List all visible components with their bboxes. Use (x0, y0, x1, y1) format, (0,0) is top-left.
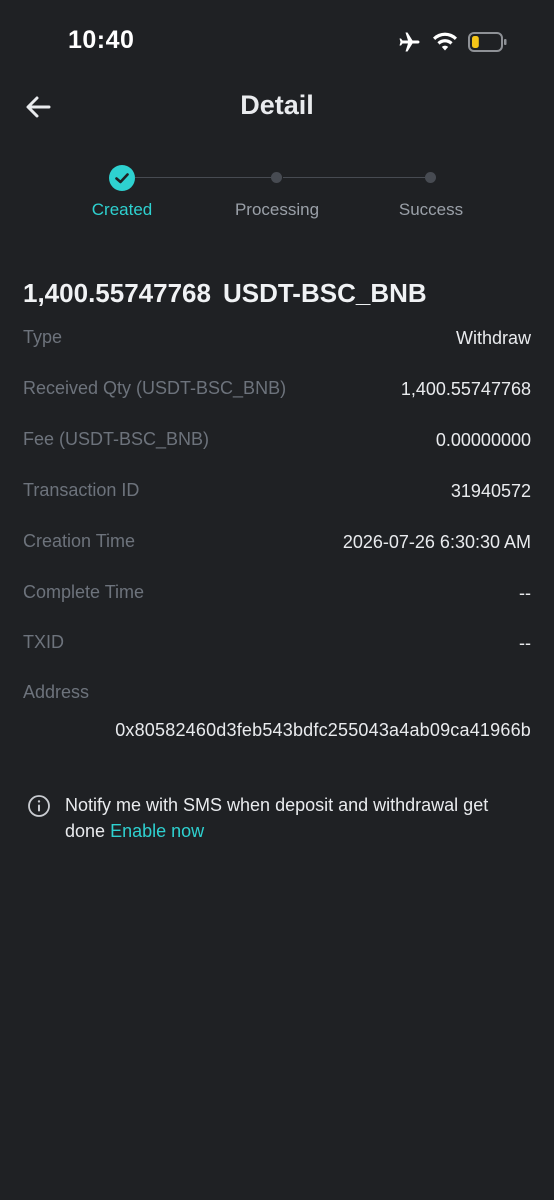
detail-row-txid: TXID -- (23, 632, 531, 662)
info-icon (28, 795, 50, 817)
detail-row-fee: Fee (USDT-BSC_BNB) 0.00000000 (23, 429, 531, 459)
detail-label: Complete Time (23, 582, 145, 602)
detail-label: TXID (23, 632, 65, 652)
detail-label: Received Qty (USDT-BSC_BNB) (23, 378, 287, 398)
airplane-icon (398, 30, 422, 54)
detail-value: 1,400.55747768 (400, 379, 531, 399)
step-label-success: Success (398, 200, 464, 219)
detail-row-received-qty: Received Qty (USDT-BSC_BNB) 1,400.557477… (23, 378, 531, 408)
detail-label: Fee (USDT-BSC_BNB) (23, 429, 210, 449)
detail-row-complete-time: Complete Time -- (23, 582, 531, 612)
detail-row-creation-time: Creation Time 2026-07-26 6:30:30 AM (23, 531, 531, 561)
detail-value: 2026-07-26 6:30:30 AM (342, 532, 531, 552)
detail-value[interactable]: 31940572 (451, 481, 531, 502)
detail-label: Transaction ID (23, 480, 140, 500)
amount-value: 1,400.55747768 (23, 278, 211, 308)
detail-label: Creation Time (23, 531, 136, 551)
address-label: Address (23, 682, 90, 702)
enable-now-link[interactable]: Enable now (110, 821, 204, 841)
step-processing-dot (271, 172, 282, 183)
step-label-processing: Processing (234, 200, 320, 219)
notify-text: Notify me with SMS when deposit and with… (65, 792, 527, 844)
step-created-check-icon (109, 165, 135, 191)
step-connector (283, 177, 425, 178)
battery-icon (468, 31, 508, 53)
wifi-icon (432, 31, 458, 53)
detail-value: -- (519, 583, 531, 603)
status-time: 10:40 (68, 26, 135, 54)
status-icons (398, 30, 508, 54)
amount-currency: USDT-BSC_BNB (222, 278, 427, 308)
step-connector (135, 177, 271, 178)
header: Detail (0, 80, 554, 134)
step-success-dot (425, 172, 436, 183)
status-bar: 10:40 (0, 0, 554, 80)
detail-value: Withdraw (455, 328, 531, 348)
page-title: Detail (240, 90, 314, 120)
detail-row-type: Type Withdraw (23, 327, 531, 357)
step-label-created: Created (91, 200, 153, 219)
detail-row-transaction-id: Transaction ID 31940572 (23, 480, 531, 510)
amount-heading: 1,400.55747768 USDT-BSC_BNB (23, 278, 427, 309)
detail-label: Type (23, 327, 63, 347)
detail-value: -- (519, 633, 531, 653)
progress-stepper: Created Processing Success (0, 160, 554, 230)
detail-value: 0.00000000 (435, 430, 531, 450)
address-value[interactable]: 0x80582460d3feb543bdfc255043a4ab09ca4196… (115, 720, 531, 741)
